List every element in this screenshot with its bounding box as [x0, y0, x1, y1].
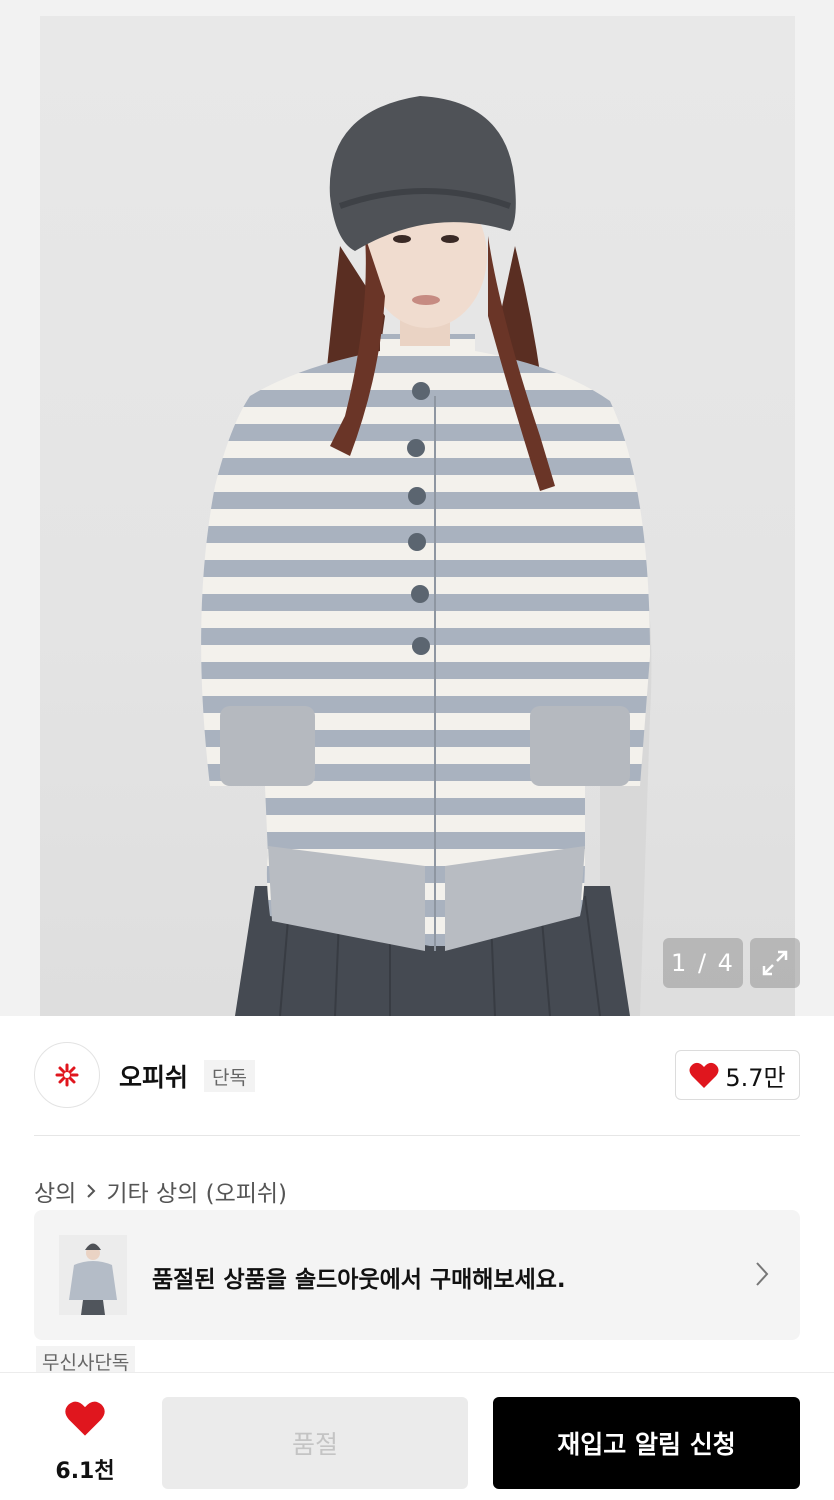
expand-icon — [762, 950, 788, 976]
brand-like-button[interactable]: 5.7만 — [675, 1050, 800, 1100]
exclusive-tag: 단독 — [204, 1060, 255, 1092]
bottom-action-bar: 6.1천 품절 재입고 알림 신청 — [0, 1372, 834, 1500]
restock-alert-button[interactable]: 재입고 알림 신청 — [493, 1397, 800, 1489]
brand-logo[interactable] — [34, 1042, 100, 1108]
product-image-carousel[interactable]: 1 / 4 — [0, 0, 834, 1016]
breadcrumb-category[interactable]: 상의 — [34, 1174, 76, 1208]
brand-row: 오피쉬 단독 5.7만 — [34, 1040, 800, 1110]
thumbnail-image — [59, 1235, 127, 1315]
soldout-banner-text: 품절된 상품을 솔드아웃에서 구매해보세요. — [152, 1267, 566, 1293]
chevron-right-icon — [756, 1262, 769, 1286]
brand-like-count: 5.7만 — [725, 1063, 786, 1092]
soldout-banner[interactable]: 품절된 상품을 솔드아웃에서 구매해보세요. — [34, 1210, 800, 1340]
divider — [34, 1135, 800, 1136]
model-illustration — [201, 96, 652, 1016]
flower-logo-icon — [55, 1063, 79, 1087]
expand-button[interactable] — [750, 938, 800, 988]
brand-name[interactable]: 오피쉬 — [119, 1058, 188, 1094]
heart-icon — [65, 1401, 105, 1436]
wishlist-count: 6.1천 — [55, 1459, 115, 1484]
image-counter: 1 / 4 — [663, 938, 743, 988]
chevron-right-icon — [87, 1184, 96, 1198]
soldout-button[interactable]: 품절 — [162, 1397, 468, 1489]
heart-icon — [689, 1062, 719, 1088]
breadcrumb-subcategory[interactable]: 기타 상의 (오피쉬) — [106, 1174, 287, 1208]
wishlist-button[interactable]: 6.1천 — [45, 1399, 125, 1484]
soldout-thumbnail — [59, 1235, 127, 1315]
product-photo[interactable] — [40, 16, 795, 1016]
breadcrumb: 상의 기타 상의 (오피쉬) — [34, 1174, 287, 1208]
